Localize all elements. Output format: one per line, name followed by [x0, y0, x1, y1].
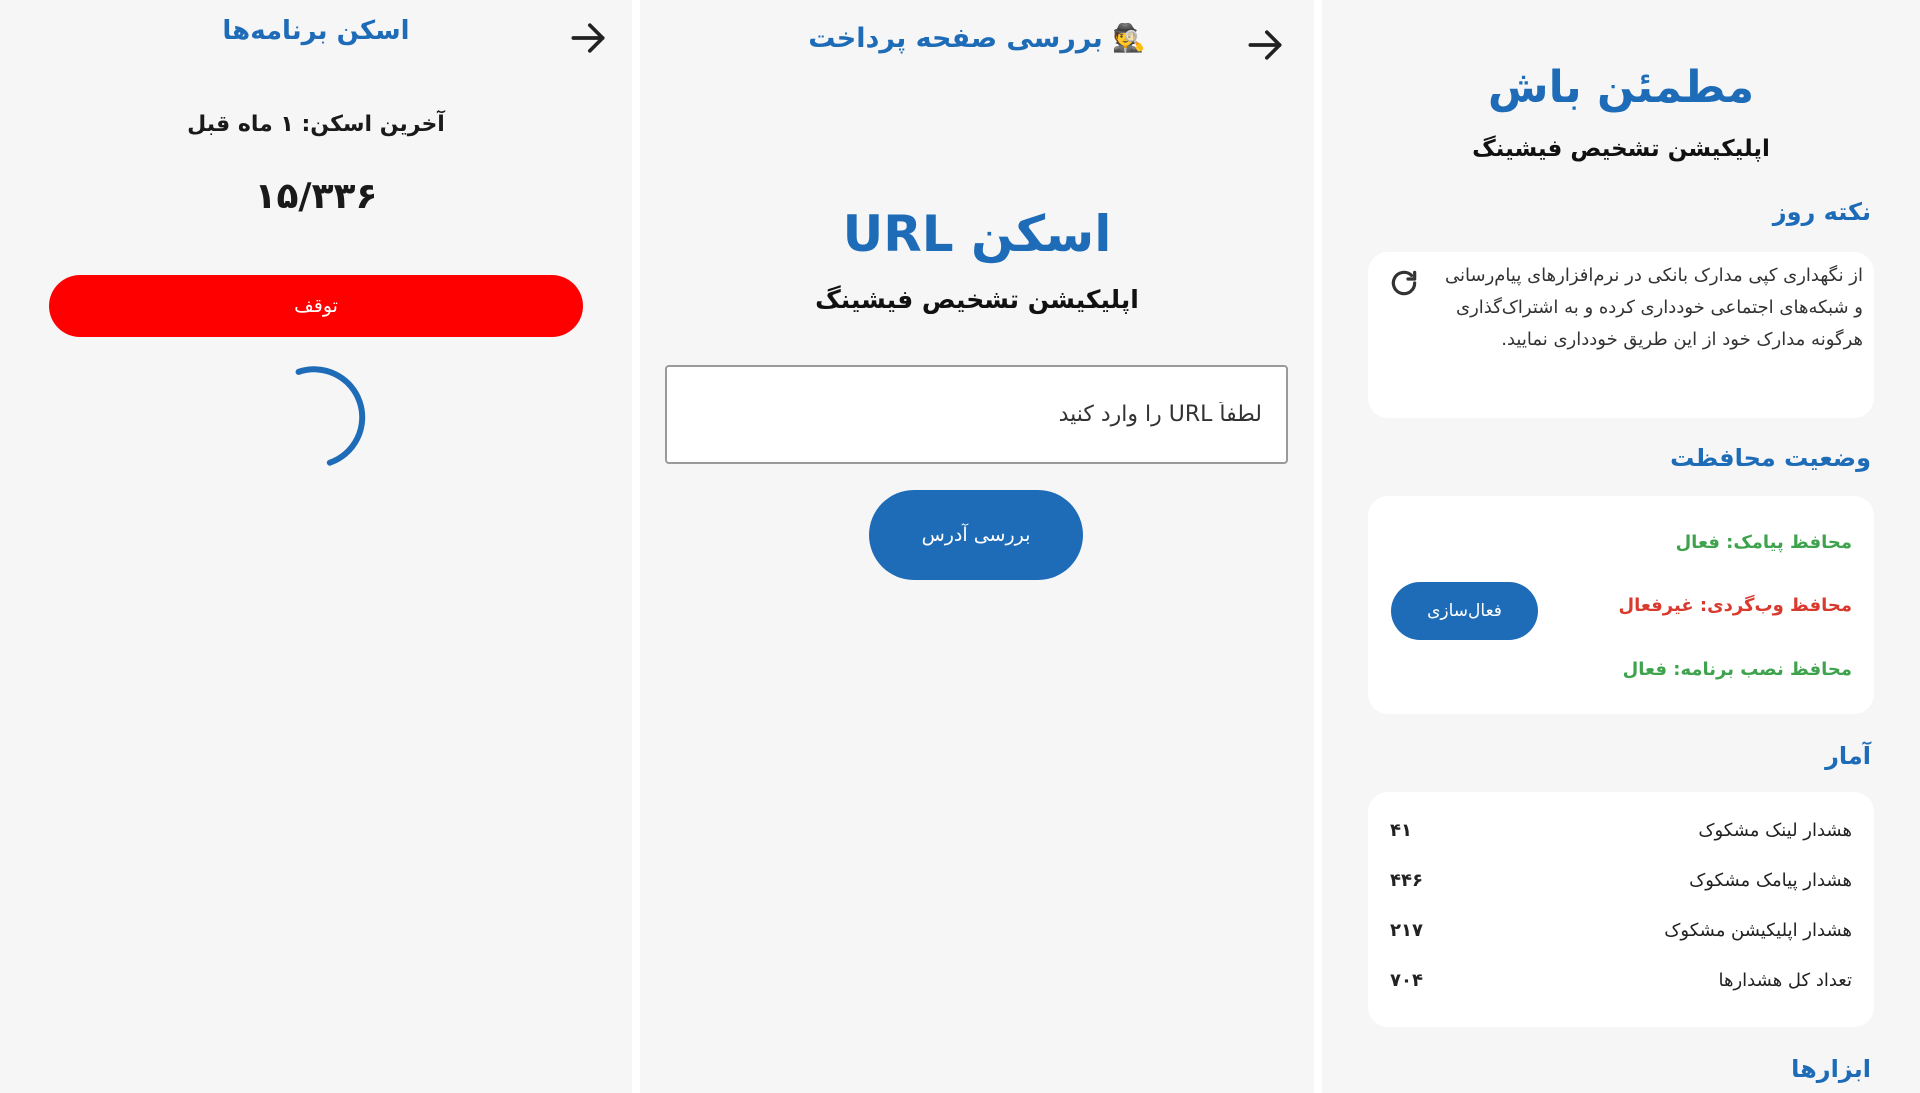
back-arrow-icon[interactable]	[1243, 23, 1287, 67]
protection-card: محافظ پیامک: فعال محافظ وب‌گردی: غیرفعال…	[1368, 496, 1874, 714]
stat-value: ۴۴۶	[1390, 870, 1423, 891]
sms-protection-status: محافظ پیامک: فعال	[1675, 532, 1852, 553]
url-input[interactable]	[665, 365, 1288, 464]
home-screen: مطمئن باش اپلیکیشن تشخیص فیشینگ نکته روز…	[1322, 0, 1920, 1093]
stats-card: هشدار لینک مشکوک ۴۱ هشدار پیامک مشکوک ۴۴…	[1368, 792, 1874, 1027]
scan-progress-count: ۱۵/۳۳۶	[254, 176, 378, 217]
stat-value: ۴۱	[1390, 820, 1412, 841]
stat-row: هشدار لینک مشکوک ۴۱	[1390, 820, 1852, 850]
refresh-icon[interactable]	[1388, 267, 1420, 299]
app-title: مطمئن باش	[1487, 62, 1755, 113]
stat-label: تعداد کل هشدارها	[1718, 970, 1852, 991]
url-scan-screen: 🕵️ بررسی صفحه پرداخت اسکن URL اپلیکیشن ت…	[640, 0, 1314, 1093]
stat-value: ۷۰۴	[1390, 970, 1423, 991]
loading-spinner-icon	[263, 365, 367, 469]
check-address-button[interactable]: بررسی آدرس	[869, 490, 1083, 580]
screenshot-stage: اسکن برنامه‌ها آخرین اسکن: ۱ ماه قبل ۱۵/…	[0, 0, 1920, 1093]
protection-status-heading: وضعیت محافظت	[1670, 444, 1871, 472]
back-arrow-icon[interactable]	[566, 16, 610, 60]
app-subtitle: اپلیکیشن تشخیص فیشینگ	[815, 285, 1139, 314]
app-subtitle: اپلیکیشن تشخیص فیشینگ	[1472, 136, 1770, 162]
page-title: 🕵️ بررسی صفحه پرداخت	[808, 23, 1146, 54]
stat-row: هشدار پیامک مشکوک ۴۴۶	[1390, 870, 1852, 900]
stat-label: هشدار پیامک مشکوک	[1689, 870, 1852, 891]
web-protection-status: محافظ وب‌گردی: غیرفعال	[1618, 595, 1852, 616]
url-scan-heading: اسکن URL	[842, 205, 1112, 263]
stat-value: ۲۱۷	[1390, 920, 1423, 941]
stat-label: هشدار لینک مشکوک	[1698, 820, 1852, 841]
stat-row: هشدار اپلیکیشن مشکوک ۲۱۷	[1390, 920, 1852, 950]
app-install-protection-status: محافظ نصب برنامه: فعال	[1622, 659, 1852, 680]
stats-heading: آمار	[1825, 742, 1871, 770]
page-title: اسکن برنامه‌ها	[222, 16, 410, 46]
tip-card: از نگهداری کپی مدارک بانکی در نرم‌افزاره…	[1368, 252, 1874, 418]
stat-row: تعداد کل هشدارها ۷۰۴	[1390, 970, 1852, 1000]
tip-of-day-heading: نکته روز	[1772, 198, 1871, 226]
tip-text: از نگهداری کپی مدارک بانکی در نرم‌افزاره…	[1445, 265, 1863, 350]
activate-button[interactable]: فعال‌سازی	[1391, 582, 1538, 640]
tools-heading: ابزارها	[1791, 1055, 1871, 1083]
app-scan-screen: اسکن برنامه‌ها آخرین اسکن: ۱ ماه قبل ۱۵/…	[0, 0, 632, 1093]
stat-label: هشدار اپلیکیشن مشکوک	[1664, 920, 1852, 941]
last-scan-text: آخرین اسکن: ۱ ماه قبل	[187, 112, 445, 137]
stop-button[interactable]: توقف	[49, 275, 583, 337]
